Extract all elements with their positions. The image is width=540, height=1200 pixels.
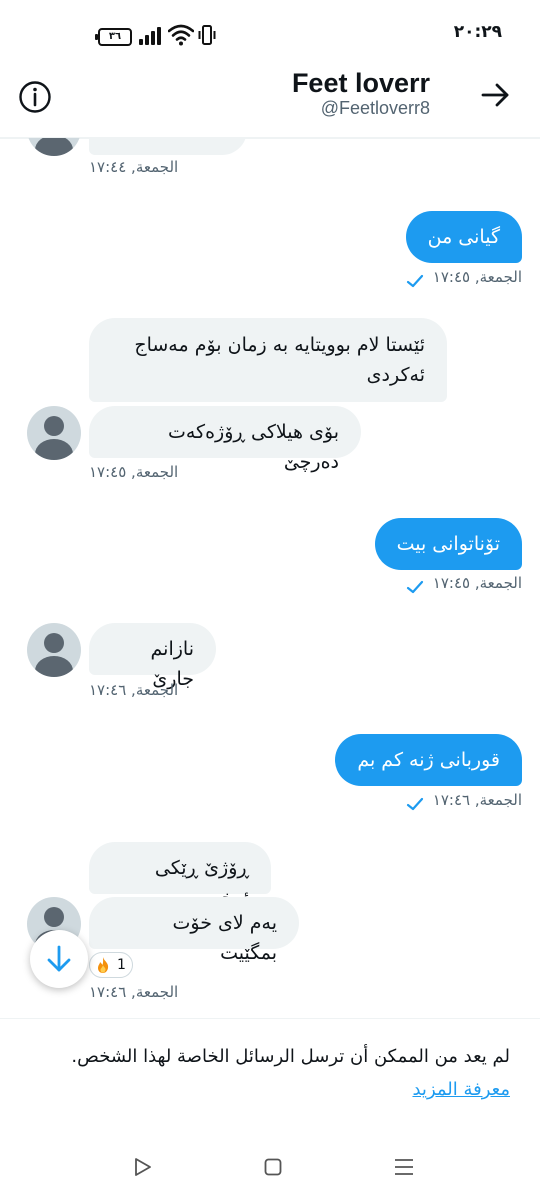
message-timestamp: الجمعة, ١٧:٤٥ — [89, 463, 179, 481]
message-timestamp: الجمعة, ١٧:٤٦ — [432, 791, 522, 809]
message-text: قوربانی ژنە کم بم — [357, 749, 500, 771]
checkmark-icon — [406, 580, 424, 594]
vibrate-icon — [198, 25, 216, 45]
message-text: گیانی من — [427, 226, 500, 248]
notice-text: لم يعد من الممكن أن ترسل الرسائل الخاصة … — [71, 1046, 510, 1067]
dm-disabled-text: لم يعد من الممكن أن ترسل الرسائل الخاصة … — [30, 1040, 510, 1106]
message-text: یەم لای خۆت بمگێیت — [172, 912, 277, 964]
message-timestamp: الجمعة, ١٧:٤٦ — [89, 983, 179, 1001]
reaction-badge[interactable]: 1 — [89, 952, 133, 978]
nav-home-icon[interactable] — [264, 1158, 282, 1176]
arrow-down-icon — [47, 945, 71, 972]
message-timestamp: الجمعة, ١٧:٤٥ — [432, 268, 522, 286]
fire-emoji-icon — [98, 957, 109, 973]
avatar[interactable] — [27, 406, 81, 460]
checkmark-icon — [406, 274, 424, 288]
header-cover — [0, 58, 540, 138]
status-time: ٢٠:٢٩ — [453, 22, 502, 42]
message-bubble-outgoing[interactable]: تۆناتوانی بیت — [374, 518, 522, 570]
battery-level: ٣٦ — [108, 31, 122, 42]
signal-icon — [139, 27, 163, 45]
checkmark-icon — [406, 797, 424, 811]
message-timestamp: الجمعة, ١٧:٤٤ — [89, 158, 179, 176]
message-bubble-outgoing[interactable]: گیانی من — [405, 211, 522, 263]
message-bubble-incoming[interactable]: نازانم جارێ — [89, 623, 216, 690]
message-text-line: ئەکردی — [366, 364, 425, 386]
message-bubble-incoming[interactable]: یەم لای خۆت بمگێیت — [89, 897, 299, 964]
message-text-line: ئێستا لام بوویتایە بە زمان بۆم مەساج — [134, 334, 425, 356]
info-icon[interactable] — [18, 80, 52, 114]
wifi-icon — [168, 24, 194, 46]
arrow-right-icon[interactable] — [480, 80, 510, 110]
message-bubble-incoming[interactable]: ڕۆژێ ڕێکی ئەخەم — [89, 842, 271, 909]
avatar[interactable] — [27, 623, 81, 677]
learn-more-link[interactable]: معرفة المزيد — [412, 1079, 510, 1100]
contact-name[interactable]: Feet loverr — [292, 68, 430, 99]
message-timestamp: الجمعة, ١٧:٤٥ — [432, 574, 522, 592]
nav-menu-icon[interactable] — [394, 1158, 414, 1176]
scroll-to-bottom-button[interactable] — [30, 930, 88, 988]
nav-back-icon[interactable] — [134, 1158, 152, 1176]
message-bubble-outgoing[interactable]: قوربانی ژنە کم بم — [335, 734, 522, 786]
reaction-count: 1 — [117, 957, 126, 973]
battery-icon: ٣٦ — [95, 28, 132, 46]
message-bubble-incoming[interactable]: بۆی هیلاکی ڕۆژەکەت دەرچێ — [89, 406, 361, 473]
message-text: تۆناتوانی بیت — [396, 533, 500, 555]
contact-handle[interactable]: @Feetloverr8 — [321, 98, 430, 119]
message-bubble-incoming[interactable]: ئێستا لام بوویتایە بە زمان بۆم مەساج ئەک… — [89, 318, 447, 402]
message-timestamp: الجمعة, ١٧:٤٦ — [89, 681, 179, 699]
